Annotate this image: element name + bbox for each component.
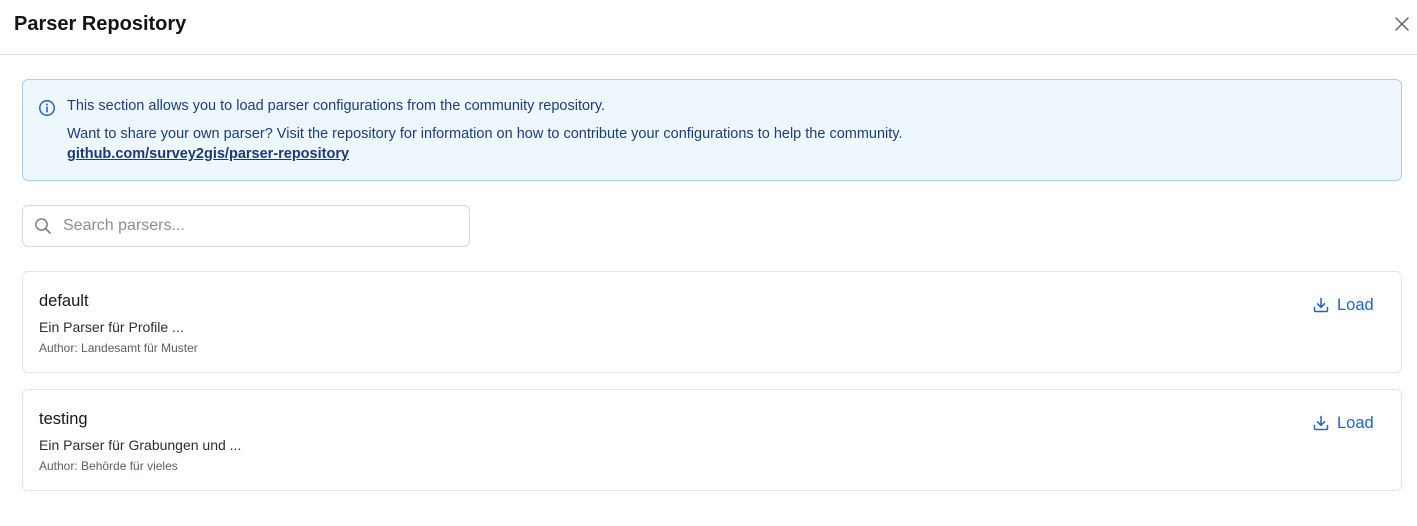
parser-card-default: default Ein Parser für Profile ... Autho… xyxy=(22,271,1402,373)
info-text-contribute: Want to share your own parser? Visit the… xyxy=(67,126,903,142)
search-input[interactable] xyxy=(63,207,463,245)
parser-name: default xyxy=(39,292,89,310)
parser-card-testing: testing Ein Parser für Grabungen und ...… xyxy=(22,389,1402,491)
info-text-intro: This section allows you to load parser c… xyxy=(67,98,606,114)
load-button[interactable]: Load xyxy=(1312,294,1374,316)
load-button[interactable]: Load xyxy=(1312,412,1374,434)
download-icon xyxy=(1313,297,1329,313)
parser-description: Ein Parser für Grabungen und ... xyxy=(39,437,242,453)
parser-author: Author: Landesamt für Muster xyxy=(39,341,198,355)
info-icon xyxy=(39,100,55,116)
parser-name: testing xyxy=(39,410,88,428)
info-alert: This section allows you to load parser c… xyxy=(22,79,1402,181)
load-button-label: Load xyxy=(1337,413,1374,432)
repository-link[interactable]: github.com/survey2gis/parser-repository xyxy=(67,145,349,163)
modal-header: Parser Repository xyxy=(0,0,1417,55)
parser-description: Ein Parser für Profile ... xyxy=(39,319,184,335)
close-icon xyxy=(1395,17,1409,31)
parser-repository-modal: Parser Repository This section allows yo… xyxy=(0,0,1417,526)
load-button-label: Load xyxy=(1337,295,1374,314)
parser-author: Author: Behörde für vieles xyxy=(39,459,178,473)
close-button[interactable] xyxy=(1391,13,1413,35)
download-icon xyxy=(1313,415,1329,431)
modal-title: Parser Repository xyxy=(14,13,187,35)
search-field xyxy=(22,205,470,247)
search-icon xyxy=(35,218,51,234)
